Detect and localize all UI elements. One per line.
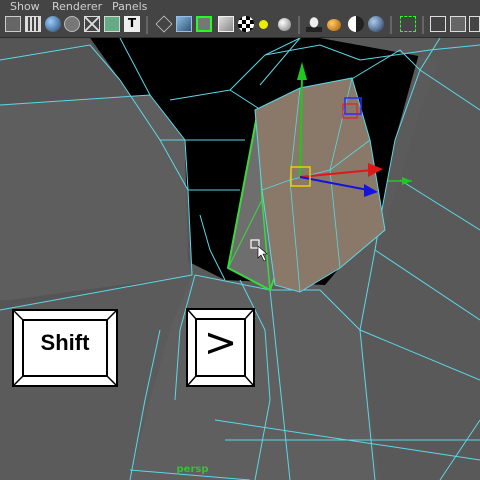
shift-key-overlay: Shift: [12, 309, 118, 387]
menu-show[interactable]: Show: [10, 0, 40, 13]
toolbar-overflow-icon[interactable]: [469, 16, 480, 32]
camera-attributes-icon[interactable]: [5, 16, 21, 32]
checker-icon[interactable]: [238, 16, 254, 32]
shaded-cube-icon[interactable]: [218, 16, 234, 32]
shadow-icon[interactable]: [306, 16, 322, 32]
xray-icon[interactable]: [104, 16, 120, 32]
perspective-viewport[interactable]: [0, 38, 480, 480]
menu-renderer[interactable]: Renderer: [52, 0, 102, 13]
shift-key-label: Shift: [40, 330, 90, 355]
select-camera-icon[interactable]: [400, 16, 416, 32]
menu-bar: Show Renderer Panels: [0, 0, 480, 13]
wireframe-icon[interactable]: [84, 16, 100, 32]
flat-shade-icon[interactable]: [64, 16, 80, 32]
panel-toolbar: T: [0, 13, 480, 38]
color-ball-icon[interactable]: [327, 19, 341, 31]
film-gate-icon[interactable]: [25, 16, 41, 32]
cube-wire-icon[interactable]: [430, 16, 446, 32]
greater-than-key-label: >: [203, 320, 238, 366]
menu-panels[interactable]: Panels: [112, 0, 147, 13]
half-sphere-icon[interactable]: [348, 16, 364, 32]
cube-icon[interactable]: [450, 16, 466, 32]
wireframe-on-shaded-icon[interactable]: [196, 16, 212, 32]
mesh-face-left-panel: [0, 95, 195, 300]
sphere-icon[interactable]: [278, 18, 291, 31]
camera-name-label: persp: [176, 464, 209, 475]
light-bulb-icon[interactable]: [259, 20, 268, 29]
default-material-icon[interactable]: [176, 16, 192, 32]
shaded-ball-icon[interactable]: [368, 16, 384, 32]
texture-icon[interactable]: T: [124, 16, 140, 32]
isolate-icon[interactable]: [155, 15, 173, 33]
smooth-shade-icon[interactable]: [45, 16, 61, 32]
greater-than-key-overlay: >: [186, 308, 255, 387]
